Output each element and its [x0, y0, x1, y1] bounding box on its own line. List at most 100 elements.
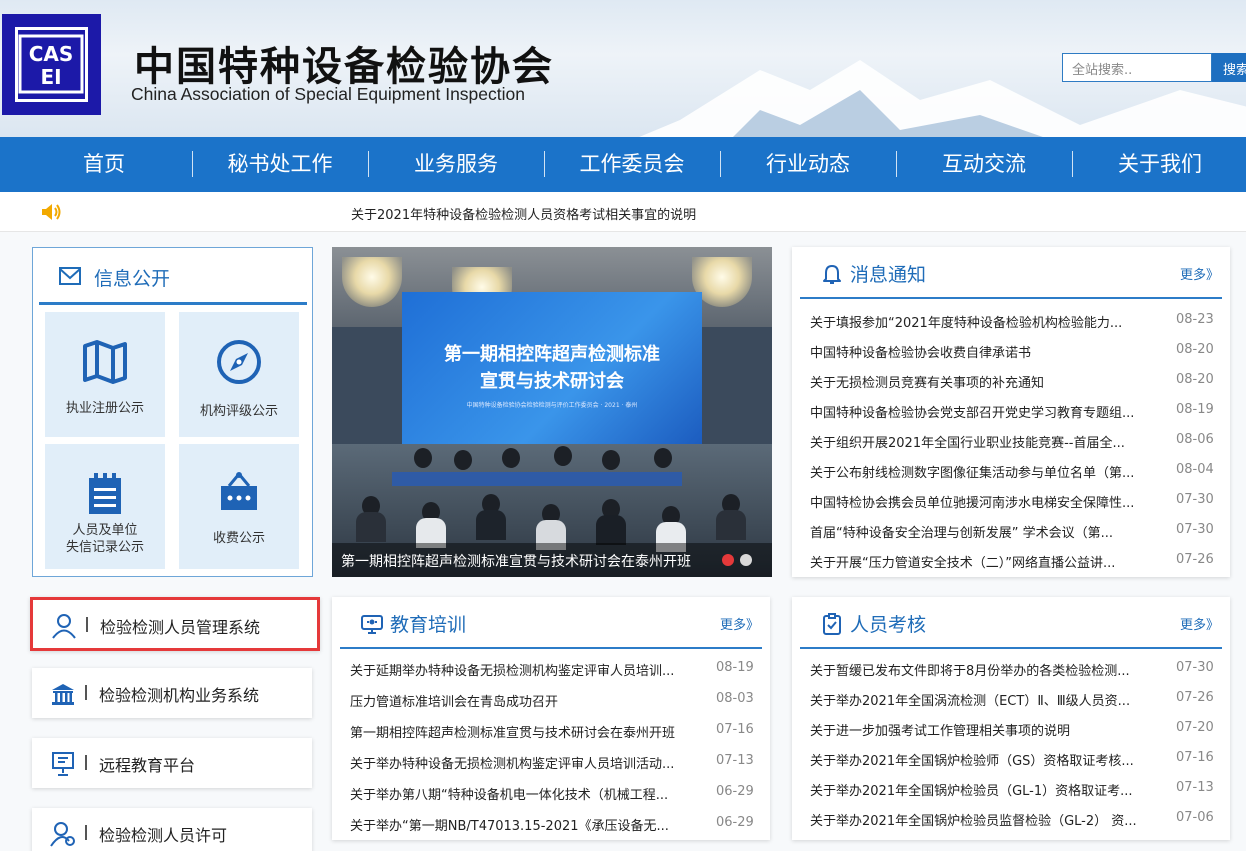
news-list-item[interactable]: 关于举办2021年全国锅炉检验员监督检验（GL-2） 资... 07-06 — [810, 804, 1221, 834]
news-list-item[interactable]: 中国特检协会携会员单位驰援河南涉水电梯安全保障性... 07-30 — [810, 486, 1221, 516]
carousel-dot[interactable] — [740, 554, 752, 566]
news-item-date: 06-29 — [716, 784, 754, 799]
news-item-title[interactable]: 关于暂缓已发布文件即将于8月份举办的各类检验检测... — [810, 660, 1155, 679]
news-item-title[interactable]: 关于举办第八期“特种设备机电一体化技术（机械工程... — [350, 784, 700, 803]
news-item-title[interactable]: 关于举办2021年全国涡流检测（ECT）Ⅱ、Ⅲ级人员资... — [810, 690, 1155, 709]
news-list-item[interactable]: 关于开展“压力管道安全技术（二）”网络直播公益讲... 07-26 — [810, 546, 1221, 576]
carousel-dot-active[interactable] — [722, 554, 734, 566]
nav-secretariat[interactable]: 秘书处工作 — [192, 137, 368, 192]
nav-services[interactable]: 业务服务 — [368, 137, 544, 192]
news-item-date: 07-20 — [1176, 720, 1214, 735]
news-item-title[interactable]: 关于延期举办特种设备无损检测机构鉴定评审人员培训... — [350, 660, 700, 679]
news-item-title[interactable]: 关于举办2021年全国锅炉检验员监督检验（GL-2） 资... — [810, 810, 1155, 829]
search-input[interactable]: 全站搜索.. — [1062, 53, 1212, 82]
personnel-management-system-button[interactable]: 检验检测人员管理系统 — [30, 597, 320, 651]
exam-panel: 人员考核 更多》 关于暂缓已发布文件即将于8月份举办的各类检验检测... 07-3… — [792, 597, 1230, 840]
tile-label: 收费公示 — [212, 531, 265, 546]
institution-business-system-button[interactable]: 检验检测机构业务系统 — [32, 668, 312, 718]
news-item-date: 07-30 — [1176, 522, 1214, 537]
news-item-date: 08-03 — [716, 691, 754, 706]
system-label: 远程教育平台 — [99, 756, 196, 775]
scrolling-notice-link[interactable]: 关于2021年特种设备检验检测人员资格考试相关事宜的说明 — [351, 204, 696, 223]
news-item-title[interactable]: 关于举办“第一期NB/T47013.15-2021《承压设备无... — [350, 815, 700, 834]
news-item-title[interactable]: 压力管道标准培训会在青岛成功召开 — [350, 691, 700, 710]
news-item-date: 07-13 — [716, 753, 754, 768]
news-item-title[interactable]: 关于公布射线检测数字图像征集活动参与单位名单（第... — [810, 462, 1155, 481]
news-item-date: 07-30 — [1176, 660, 1214, 675]
news-list-item[interactable]: 首届“特种设备安全治理与创新发展” 学术会议（第... 07-30 — [810, 516, 1221, 546]
news-item-date: 08-23 — [1176, 312, 1214, 327]
news-list-item[interactable]: 关于进一步加强考试工作管理相关事项的说明 07-20 — [810, 714, 1221, 744]
news-item-date: 08-06 — [1176, 432, 1214, 447]
mountain-background-image — [639, 60, 1246, 137]
site-logo[interactable]: CAS EI — [2, 14, 101, 115]
fee-board-icon — [221, 472, 257, 510]
exam-more-link[interactable]: 更多》 — [1180, 614, 1219, 633]
info-disclosure-panel: 信息公开 执业注册公示 机构评级公示 人员及单位 失信记录公示 收费公示 — [32, 247, 313, 577]
nav-committees[interactable]: 工作委员会 — [544, 137, 720, 192]
news-list-item[interactable]: 关于举办第八期“特种设备机电一体化技术（机械工程... 06-29 — [350, 778, 761, 808]
news-item-title[interactable]: 关于组织开展2021年全国行业职业技能竞赛--首届全... — [810, 432, 1155, 451]
news-item-title[interactable]: 首届“特种设备安全治理与创新发展” 学术会议（第... — [810, 522, 1155, 541]
clipboard-check-icon — [823, 613, 841, 635]
news-list-item[interactable]: 关于填报参加“2021年度特种设备检验机构检验能力... 08-23 — [810, 306, 1221, 336]
news-list-item[interactable]: 关于举办2021年全国涡流检测（ECT）Ⅱ、Ⅲ级人员资... 07-26 — [810, 684, 1221, 714]
system-label: 检验检测人员管理系统 — [100, 618, 261, 637]
tile-label: 执业注册公示 — [65, 401, 144, 416]
user-badge-icon — [50, 822, 75, 847]
news-item-date: 07-16 — [716, 722, 754, 737]
news-list-item[interactable]: 关于公布射线检测数字图像征集活动参与单位名单（第... 08-04 — [810, 456, 1221, 486]
tile-fee-disclosure[interactable]: 收费公示 — [179, 444, 299, 569]
news-list-item[interactable]: 关于暂缓已发布文件即将于8月份举办的各类检验检测... 07-30 — [810, 654, 1221, 684]
news-list-item[interactable]: 第一期相控阵超声检测标准宣贯与技术研讨会在泰州开班 07-16 — [350, 716, 761, 746]
nav-industry-news[interactable]: 行业动态 — [720, 137, 896, 192]
nav-home[interactable]: 首页 — [16, 137, 192, 192]
nav-about-us[interactable]: 关于我们 — [1072, 137, 1246, 192]
notices-more-link[interactable]: 更多》 — [1180, 264, 1219, 283]
nav-interaction[interactable]: 互动交流 — [896, 137, 1072, 192]
news-list-item[interactable]: 关于组织开展2021年全国行业职业技能竞赛--首届全... 08-06 — [810, 426, 1221, 456]
news-item-title[interactable]: 关于开展“压力管道安全技术（二）”网络直播公益讲... — [810, 552, 1155, 571]
user-icon — [52, 614, 76, 639]
news-item-title[interactable]: 关于举办2021年全国锅炉检验员（GL-1）资格取证考... — [810, 780, 1155, 799]
news-item-title[interactable]: 中国特种设备检验协会党支部召开党史学习教育专题组... — [810, 402, 1155, 421]
news-item-title[interactable]: 中国特种设备检验协会收费自律承诺书 — [810, 342, 1155, 361]
training-header: 教育培训 更多》 — [340, 597, 762, 649]
tile-practice-registration[interactable]: 执业注册公示 — [45, 312, 165, 437]
news-item-date: 08-19 — [1176, 402, 1214, 417]
envelope-icon — [59, 267, 81, 285]
news-list-item[interactable]: 关于举办“第一期NB/T47013.15-2021《承压设备无... 06-29 — [350, 809, 761, 839]
news-item-title[interactable]: 关于举办2021年全国锅炉检验师（GS）资格取证考核... — [810, 750, 1155, 769]
news-list-item[interactable]: 中国特种设备检验协会党支部召开党史学习教育专题组... 08-19 — [810, 396, 1221, 426]
news-list-item[interactable]: 关于举办2021年全国锅炉检验师（GS）资格取证考核... 07-16 — [810, 744, 1221, 774]
tile-dishonesty-records[interactable]: 人员及单位 失信记录公示 — [45, 444, 165, 569]
news-list-item[interactable]: 中国特种设备检验协会收费自律承诺书 08-20 — [810, 336, 1221, 366]
news-item-title[interactable]: 第一期相控阵超声检测标准宣贯与技术研讨会在泰州开班 — [350, 722, 700, 741]
news-item-date: 07-26 — [1176, 690, 1214, 705]
site-header: CAS EI 中国特种设备检验协会 China Association of S… — [0, 0, 1246, 137]
news-item-date: 07-30 — [1176, 492, 1214, 507]
news-item-date: 07-06 — [1176, 810, 1214, 825]
site-name-english: China Association of Special Equipment I… — [131, 84, 525, 104]
news-carousel[interactable]: 第一期相控阵超声检测标准 宣贯与技术研讨会 中国特种设备检验协会检验检测与评价工… — [332, 247, 772, 577]
remote-education-platform-button[interactable]: 远程教育平台 — [32, 738, 312, 788]
main-nav: 首页 秘书处工作 业务服务 工作委员会 行业动态 互动交流 关于我们 — [0, 137, 1246, 192]
info-disclosure-title: 信息公开 — [94, 268, 171, 290]
news-list-item[interactable]: 压力管道标准培训会在青岛成功召开 08-03 — [350, 685, 761, 715]
carousel-caption[interactable]: 第一期相控阵超声检测标准宣贯与技术研讨会在泰州开班 — [341, 551, 691, 571]
news-item-title[interactable]: 关于填报参加“2021年度特种设备检验机构检验能力... — [810, 312, 1155, 331]
news-list-item[interactable]: 关于举办特种设备无损检测机构鉴定评审人员培训活动... 07-13 — [350, 747, 761, 777]
search-button[interactable]: 搜索 — [1212, 53, 1246, 82]
news-item-title[interactable]: 关于举办特种设备无损检测机构鉴定评审人员培训活动... — [350, 753, 700, 772]
training-more-link[interactable]: 更多》 — [720, 614, 759, 633]
compass-icon — [217, 340, 261, 384]
news-item-title[interactable]: 关于无损检测员竞赛有关事项的补充通知 — [810, 372, 1155, 391]
speaker-icon — [42, 204, 61, 220]
news-list-item[interactable]: 关于举办2021年全国锅炉检验员（GL-1）资格取证考... 07-13 — [810, 774, 1221, 804]
news-item-title[interactable]: 中国特检协会携会员单位驰援河南涉水电梯安全保障性... — [810, 492, 1155, 511]
news-item-title[interactable]: 关于进一步加强考试工作管理相关事项的说明 — [810, 720, 1155, 739]
tile-institution-rating[interactable]: 机构评级公示 — [179, 312, 299, 437]
personnel-license-button[interactable]: 检验检测人员许可 — [32, 808, 312, 851]
news-list-item[interactable]: 关于延期举办特种设备无损检测机构鉴定评审人员培训... 08-19 — [350, 654, 761, 684]
news-list-item[interactable]: 关于无损检测员竞赛有关事项的补充通知 08-20 — [810, 366, 1221, 396]
